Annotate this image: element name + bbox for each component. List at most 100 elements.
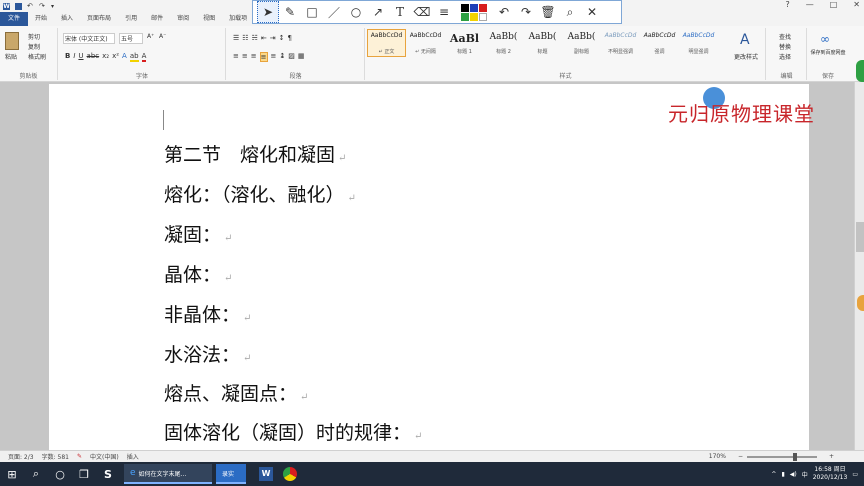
doc-line[interactable]: 固体溶化（凝固）时的规律： ↵ bbox=[164, 418, 422, 445]
save-icon[interactable] bbox=[15, 2, 22, 10]
pointer-tool-icon[interactable]: ➤ bbox=[257, 1, 279, 23]
tab-references[interactable]: 引用 bbox=[118, 12, 144, 26]
customize-qat-icon[interactable]: ▾ bbox=[51, 3, 58, 10]
baidu-cloud-icon[interactable]: ∞ bbox=[820, 32, 830, 46]
undo-icon[interactable]: ↶ bbox=[27, 2, 34, 10]
minimize-button[interactable]: — bbox=[806, 0, 814, 9]
text-effects-icon[interactable]: A bbox=[122, 52, 127, 62]
tab-insert[interactable]: 插入 bbox=[54, 12, 80, 26]
italic-button[interactable]: I bbox=[73, 52, 75, 62]
close-button[interactable]: ✕ bbox=[853, 0, 860, 9]
style-subtle-emphasis[interactable]: AaBbCcDd 不明显强调 bbox=[601, 29, 640, 57]
close-annotation-icon[interactable]: ✕ bbox=[581, 1, 603, 23]
doc-line[interactable]: 晶体： ↵ bbox=[164, 260, 232, 287]
align-center-icon[interactable]: ≡ bbox=[242, 52, 248, 62]
style-emphasis[interactable]: AaBbCcDd 强调 bbox=[640, 29, 679, 57]
system-clock[interactable]: 16:58 周日 2020/12/13 bbox=[813, 466, 848, 482]
cortana-icon[interactable]: ○ bbox=[48, 462, 72, 486]
color-yellow[interactable] bbox=[470, 12, 478, 21]
insert-mode[interactable]: 插入 bbox=[127, 452, 139, 461]
tab-page-layout[interactable]: 页面布局 bbox=[80, 12, 118, 26]
highlight-icon[interactable]: ab bbox=[129, 52, 139, 62]
multilevel-list-icon[interactable]: ☵ bbox=[252, 34, 258, 42]
redo-icon[interactable]: ↷ bbox=[39, 2, 46, 10]
text-tool-icon[interactable]: T bbox=[389, 1, 411, 23]
word-taskbar-icon[interactable]: W bbox=[254, 462, 278, 486]
shrink-font-button[interactable]: A⁻ bbox=[159, 33, 166, 40]
style-no-spacing[interactable]: AaBbCcDd ↵ 无间隔 bbox=[406, 29, 445, 57]
change-styles-icon[interactable]: A bbox=[740, 32, 750, 48]
undo-annotation-icon[interactable]: ↶ bbox=[493, 1, 515, 23]
justify-icon[interactable]: ≡ bbox=[259, 52, 268, 62]
paste-button[interactable]: 粘贴 bbox=[5, 52, 17, 61]
tab-home[interactable]: 开始 bbox=[28, 12, 54, 26]
find-button[interactable]: 查找 bbox=[779, 32, 791, 41]
side-widget-icon[interactable] bbox=[856, 60, 864, 82]
superscript-icon[interactable]: x² bbox=[112, 52, 119, 62]
tab-view[interactable]: 视图 bbox=[196, 12, 222, 26]
line-spacing-icon[interactable]: ↨ bbox=[279, 52, 285, 62]
style-title[interactable]: AaBb( 标题 bbox=[523, 29, 562, 57]
shading-icon[interactable]: ▨ bbox=[288, 52, 295, 62]
style-heading-1[interactable]: AaBl 标题 1 bbox=[445, 29, 484, 57]
help-button[interactable]: ? bbox=[785, 0, 789, 9]
tab-mailings[interactable]: 邮件 bbox=[144, 12, 170, 26]
align-right-icon[interactable]: ≡ bbox=[251, 52, 257, 62]
color-white[interactable] bbox=[479, 12, 487, 21]
document-page[interactable] bbox=[49, 84, 809, 450]
increase-indent-icon[interactable]: ⇥ bbox=[270, 34, 276, 42]
decrease-indent-icon[interactable]: ⇤ bbox=[261, 34, 267, 42]
color-red[interactable] bbox=[479, 3, 487, 12]
change-styles-button[interactable]: 更改样式 bbox=[734, 52, 758, 61]
tab-file[interactable]: 文件 bbox=[0, 12, 29, 26]
sort-icon[interactable]: ↕ bbox=[279, 34, 285, 42]
numbering-icon[interactable]: ☷ bbox=[242, 34, 248, 42]
taskbar-recorder-window[interactable]: 录实 bbox=[216, 464, 246, 484]
doc-line[interactable]: 水浴法： ↵ bbox=[164, 340, 251, 367]
search-icon[interactable]: ⌕ bbox=[24, 462, 48, 486]
rectangle-tool-icon[interactable]: □ bbox=[301, 1, 323, 23]
zoom-slider-knob[interactable] bbox=[792, 452, 797, 461]
align-left-icon[interactable]: ≡ bbox=[233, 52, 239, 62]
color-green[interactable] bbox=[461, 12, 469, 21]
language-status[interactable]: 中文(中国) bbox=[90, 452, 119, 461]
notification-icon[interactable]: ▭ bbox=[852, 471, 858, 478]
clear-annotation-icon[interactable]: 🗑 bbox=[537, 1, 559, 23]
doc-line[interactable]: 熔点、凝固点： ↵ bbox=[164, 379, 308, 406]
font-name-select[interactable]: 宋体 (中文正文) bbox=[63, 33, 115, 44]
tray-expand-icon[interactable]: ^ bbox=[771, 471, 776, 478]
ellipse-tool-icon[interactable]: ○ bbox=[345, 1, 367, 23]
distributed-icon[interactable]: ≡ bbox=[271, 52, 277, 62]
cut-button[interactable]: 剪切 bbox=[28, 32, 40, 41]
zoom-icon[interactable]: ⌕ bbox=[559, 1, 581, 23]
paste-icon[interactable] bbox=[5, 32, 19, 50]
replace-button[interactable]: 替换 bbox=[779, 42, 791, 51]
bold-button[interactable]: B bbox=[65, 52, 70, 62]
word-count[interactable]: 字数: 581 bbox=[42, 452, 69, 461]
doc-line[interactable]: 第二节 熔化和凝固 ↵ bbox=[164, 140, 346, 167]
strikethrough-icon[interactable]: abc bbox=[87, 52, 100, 62]
color-black[interactable] bbox=[461, 3, 469, 12]
format-painter-button[interactable]: 格式刷 bbox=[28, 52, 46, 61]
copy-button[interactable]: 复制 bbox=[28, 42, 40, 51]
spellcheck-icon[interactable]: ✎ bbox=[77, 453, 82, 460]
page-count[interactable]: 页面: 2/3 bbox=[8, 452, 34, 461]
redo-annotation-icon[interactable]: ↷ bbox=[515, 1, 537, 23]
font-size-select[interactable]: 五号 bbox=[119, 33, 143, 44]
side-float-icon[interactable] bbox=[857, 295, 864, 311]
doc-line[interactable]: 非晶体： ↵ bbox=[164, 300, 251, 327]
borders-icon[interactable]: ▦ bbox=[298, 52, 305, 62]
vertical-scrollbar[interactable] bbox=[854, 82, 864, 450]
grow-font-button[interactable]: A⁺ bbox=[147, 33, 154, 40]
zoom-out-icon[interactable]: − bbox=[738, 453, 743, 460]
color-blue[interactable] bbox=[470, 3, 478, 12]
style-normal[interactable]: AaBbCcDd ↵ 正文 bbox=[367, 29, 406, 57]
app-s-icon[interactable]: S bbox=[96, 462, 120, 486]
network-icon[interactable]: ▮ bbox=[781, 471, 784, 478]
arrow-tool-icon[interactable]: ↗ bbox=[367, 1, 389, 23]
zoom-level[interactable]: 170% bbox=[709, 453, 726, 460]
volume-icon[interactable]: ◀) bbox=[790, 471, 797, 478]
zoom-in-icon[interactable]: + bbox=[829, 453, 834, 460]
underline-button[interactable]: U bbox=[78, 52, 83, 62]
show-marks-icon[interactable]: ¶ bbox=[287, 34, 291, 42]
